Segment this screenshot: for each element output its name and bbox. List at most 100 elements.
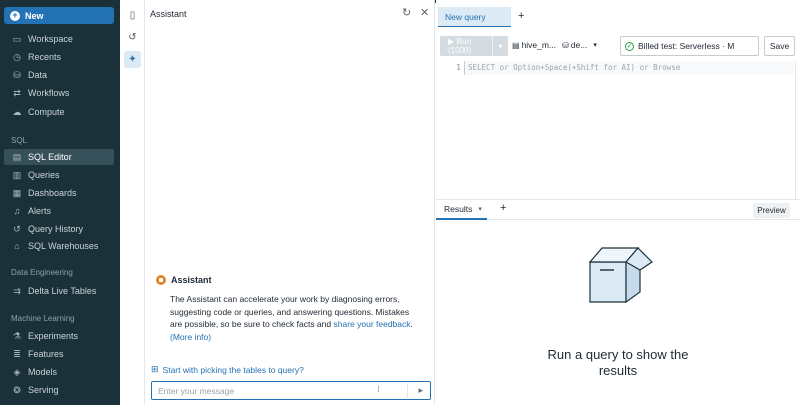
features-icon: ≣: [13, 348, 21, 359]
workflows-icon: ⇄: [13, 87, 21, 98]
sidebar-item-label: Queries: [28, 170, 60, 180]
sidebar-item-label: Alerts: [28, 206, 52, 216]
sidebar-item-label: Delta Live Tables: [28, 286, 97, 296]
catalog-name: hive_m...: [521, 40, 557, 50]
code-editor[interactable]: 1 SELECT or Option+Space(+Shift for AI) …: [436, 61, 800, 199]
sidebar-item-queries[interactable]: ▥ Queries: [4, 167, 114, 183]
sidebar-item-label: SQL Warehouses: [28, 241, 99, 251]
sidebar-item-features[interactable]: ≣ Features: [4, 346, 114, 362]
run-button-label: ▶ Run (1000): [448, 37, 472, 55]
editor-toolbar: ▶ Run (1000) ▾ ▤ hive_m... ⛁ de... ▾ ✓ B…: [436, 34, 800, 58]
code-line-1[interactable]: SELECT or Option+Space(+Shift for AI) or…: [464, 61, 794, 75]
close-icon[interactable]: ✕: [420, 6, 429, 19]
sidebar-item-query-history[interactable]: ↺ Query History: [4, 221, 114, 237]
sql-editor: New query + ▶ Run (1000) ▾ ▤ hive_m... ⛁…: [436, 0, 800, 405]
plus-icon: +: [10, 10, 20, 21]
chevron-down-icon: ▾: [593, 42, 597, 49]
sidebar-item-label: Dashboards: [28, 188, 77, 198]
assistant-panel: Assistant ↻ ✕ Assistant The Assistant ca…: [145, 0, 435, 405]
sidebar-item-label: Data: [28, 70, 48, 80]
more-options-icon[interactable]: ⁝: [377, 384, 380, 395]
status-ok-icon: ✓: [625, 41, 634, 51]
schema-browser-button[interactable]: ▯: [124, 7, 141, 24]
empty-results-message: Run a query to show the results: [436, 347, 800, 379]
sidebar-item-compute[interactable]: ☁ Compute: [4, 104, 114, 120]
sidebar-item-label: Serving: [28, 385, 59, 395]
assistant-panel-title: Assistant: [150, 9, 187, 19]
send-icon[interactable]: ▸: [418, 385, 423, 396]
sidebar-item-delta-live-tables[interactable]: ⇉ Delta Live Tables: [4, 283, 114, 299]
sidebar-item-workflows[interactable]: ⇄ Workflows: [4, 85, 114, 101]
sidebar-item-sql-warehouses[interactable]: ⌂ SQL Warehouses: [4, 238, 114, 254]
history-icon: ↺: [13, 223, 21, 234]
catalog-icon: ▤: [512, 40, 520, 50]
save-button-label: Save: [769, 41, 790, 51]
run-button[interactable]: ▶ Run (1000): [440, 36, 492, 56]
history-button[interactable]: ↺: [124, 29, 141, 46]
new-button[interactable]: + New: [4, 7, 114, 24]
sidebar-item-dashboards[interactable]: ▦ Dashboards: [4, 185, 114, 201]
sidebar-item-sql-editor[interactable]: ▤ SQL Editor: [4, 149, 114, 165]
pipeline-icon: ⇉: [13, 285, 21, 296]
chevron-down-icon: ▾: [498, 41, 503, 51]
refresh-icon[interactable]: ↻: [402, 6, 411, 19]
warehouse-icon: ⌂: [14, 241, 20, 251]
sidebar-item-recents[interactable]: ◷ Recents: [4, 49, 114, 65]
save-button[interactable]: Save: [764, 36, 795, 56]
assistant-name: Assistant: [171, 275, 212, 285]
assistant-message-input[interactable]: Enter your message ⁝ ▸: [151, 381, 431, 400]
history-icon: ↺: [128, 32, 137, 43]
sidebar-item-label: Workspace: [28, 34, 73, 44]
sidebar-item-label: Experiments: [28, 331, 79, 341]
empty-box-illustration: [588, 247, 653, 304]
results-tab-bar: Results ▾ + Preview: [436, 199, 800, 220]
line-number-gutter: 1: [436, 61, 464, 199]
serving-icon: ❂: [13, 384, 21, 395]
sidebar-item-data[interactable]: ⛁ Data: [4, 67, 114, 83]
cloud-icon: ☁: [12, 106, 22, 117]
catalog-schema-selector[interactable]: ▤ hive_m... ⛁ de... ▾: [512, 40, 597, 50]
sidebar-item-label: Features: [28, 349, 64, 359]
tab-results[interactable]: Results ▾: [436, 200, 487, 220]
add-tab-icon[interactable]: +: [518, 10, 524, 22]
run-options-dropdown[interactable]: ▾: [492, 36, 508, 56]
section-heading-data-engineering: Data Engineering: [11, 268, 73, 277]
sidebar-item-label: Recents: [28, 52, 62, 62]
sidebar-item-models[interactable]: ◈ Models: [4, 364, 114, 380]
preview-button[interactable]: Preview: [753, 203, 790, 218]
line-number: 1: [456, 63, 461, 72]
models-icon: ◈: [13, 366, 21, 377]
section-heading-machine-learning: Machine Learning: [11, 314, 75, 323]
preview-label: Preview: [757, 206, 786, 215]
assistant-avatar-icon: [156, 275, 166, 285]
editor-scrollbar[interactable]: [795, 61, 800, 199]
sidebar-item-experiments[interactable]: ⚗ Experiments: [4, 328, 114, 344]
bell-icon: ♫: [13, 206, 21, 216]
queries-icon: ▥: [12, 169, 22, 180]
tab-new-query[interactable]: New query: [438, 7, 511, 27]
table-icon: ⊞: [151, 364, 159, 374]
pick-tables-link[interactable]: ⊞ Start with picking the tables to query…: [151, 364, 304, 375]
new-button-label: New: [25, 10, 44, 21]
folder-icon: ▭: [12, 33, 22, 44]
warehouse-name: Billed test: Serverless · M: [638, 41, 735, 51]
book-icon: ▯: [129, 10, 136, 21]
empty-results-line-1: Run a query to show the: [547, 347, 689, 362]
input-divider: [407, 384, 408, 398]
flask-icon: ⚗: [12, 330, 22, 341]
sidebar-item-label: Query History: [28, 224, 84, 234]
warehouse-selector[interactable]: ✓ Billed test: Serverless · M: [620, 36, 759, 56]
sidebar-item-alerts[interactable]: ♫ Alerts: [4, 203, 114, 219]
share-feedback-link[interactable]: share your feedback: [333, 319, 410, 329]
sidebar-item-label: Models: [28, 367, 58, 377]
assistant-button[interactable]: ✦: [124, 51, 141, 68]
pick-tables-label: Start with picking the tables to query?: [162, 364, 304, 375]
tab-label: New query: [445, 11, 486, 22]
app-root: + New ▭ Workspace ◷ Recents ⛁ Data ⇄ Wor…: [0, 0, 800, 405]
sidebar-item-workspace[interactable]: ▭ Workspace: [4, 31, 114, 47]
chevron-down-icon[interactable]: ▾: [478, 205, 482, 213]
more-info-link[interactable]: (More info): [170, 332, 211, 342]
sidebar-item-serving[interactable]: ❂ Serving: [4, 382, 114, 398]
add-visualization-icon[interactable]: +: [500, 202, 506, 214]
sidebar-item-label: Compute: [28, 107, 65, 117]
